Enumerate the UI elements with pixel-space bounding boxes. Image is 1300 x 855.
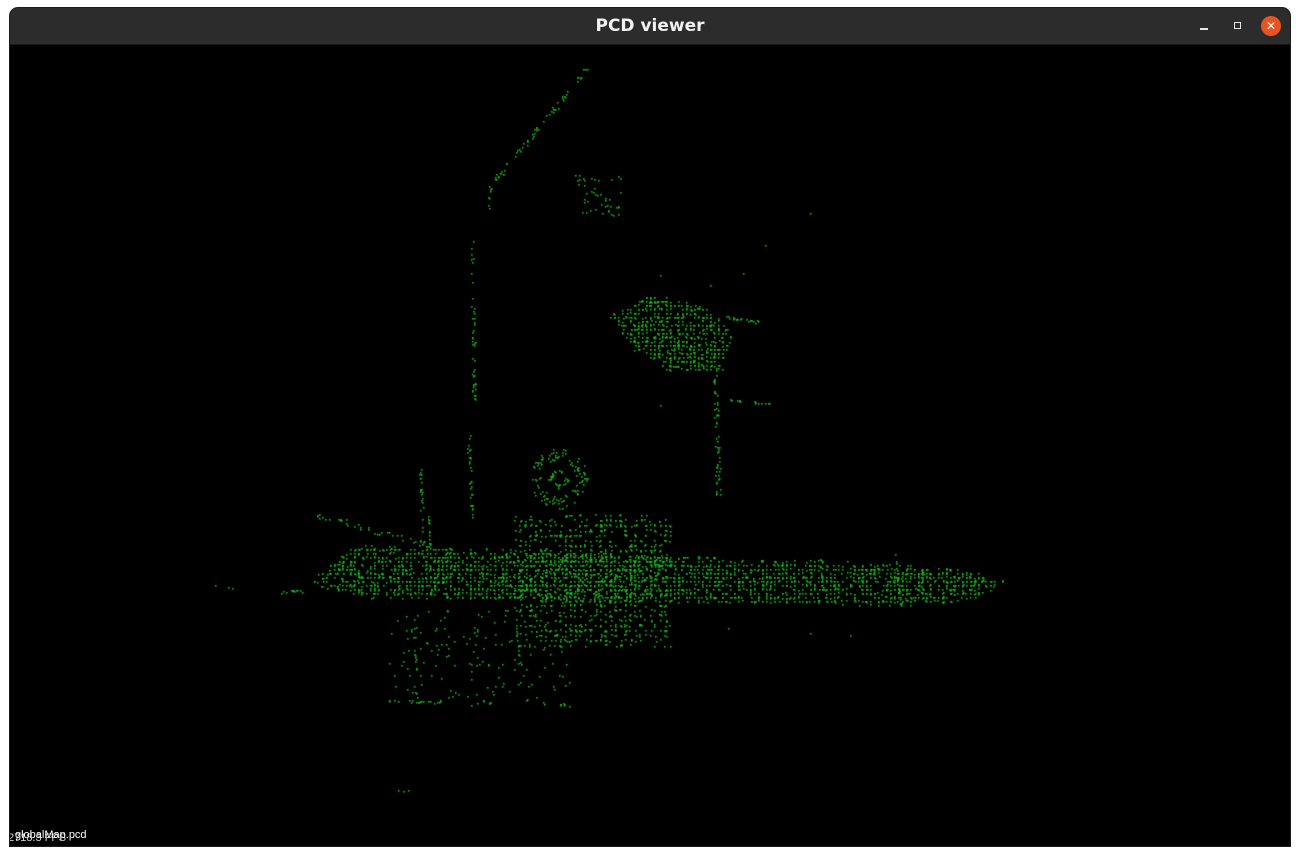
file-name-label: globalMap.pcd — [15, 829, 87, 841]
maximize-icon — [1234, 22, 1241, 29]
minimize-button[interactable] — [1194, 16, 1214, 36]
close-icon: ✕ — [1265, 19, 1277, 33]
maximize-button[interactable] — [1228, 16, 1248, 36]
minimize-icon — [1200, 28, 1208, 30]
title-bar[interactable]: PCD viewer ✕ — [10, 8, 1290, 45]
pcd-viewer-window: PCD viewer ✕ 2718.3 FPS globalMap.pcd — [10, 8, 1290, 846]
point-cloud-canvas[interactable] — [10, 45, 1290, 846]
close-button[interactable]: ✕ — [1261, 16, 1281, 36]
window-title: PCD viewer — [595, 16, 705, 36]
point-cloud-viewport[interactable]: 2718.3 FPS globalMap.pcd — [10, 45, 1290, 846]
